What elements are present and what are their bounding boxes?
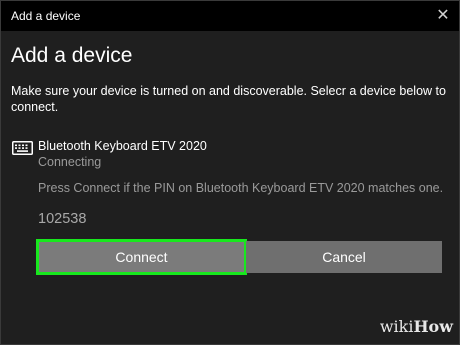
wikihow-watermark: wikiHow xyxy=(380,317,453,336)
watermark-how: How xyxy=(413,317,453,336)
title-bar: Add a device ✕ xyxy=(1,1,459,31)
pin-code: 102538 xyxy=(38,211,87,227)
add-device-dialog: Add a device ✕ Add a device Make sure yo… xyxy=(0,0,460,345)
device-status: Connecting xyxy=(38,155,102,169)
watermark-wiki: wiki xyxy=(379,317,414,336)
keyboard-icon xyxy=(12,141,33,155)
connect-button[interactable]: Connect xyxy=(36,239,247,275)
page-title: Add a device xyxy=(11,44,133,67)
pin-instruction: Press Connect if the PIN on Bluetooth Ke… xyxy=(38,181,444,195)
instructions-text: Make sure your device is turned on and d… xyxy=(11,84,446,114)
cancel-button[interactable]: Cancel xyxy=(246,241,442,273)
close-icon[interactable]: ✕ xyxy=(429,3,457,29)
window-title: Add a device xyxy=(11,9,81,23)
device-name[interactable]: Bluetooth Keyboard ETV 2020 xyxy=(38,139,207,153)
